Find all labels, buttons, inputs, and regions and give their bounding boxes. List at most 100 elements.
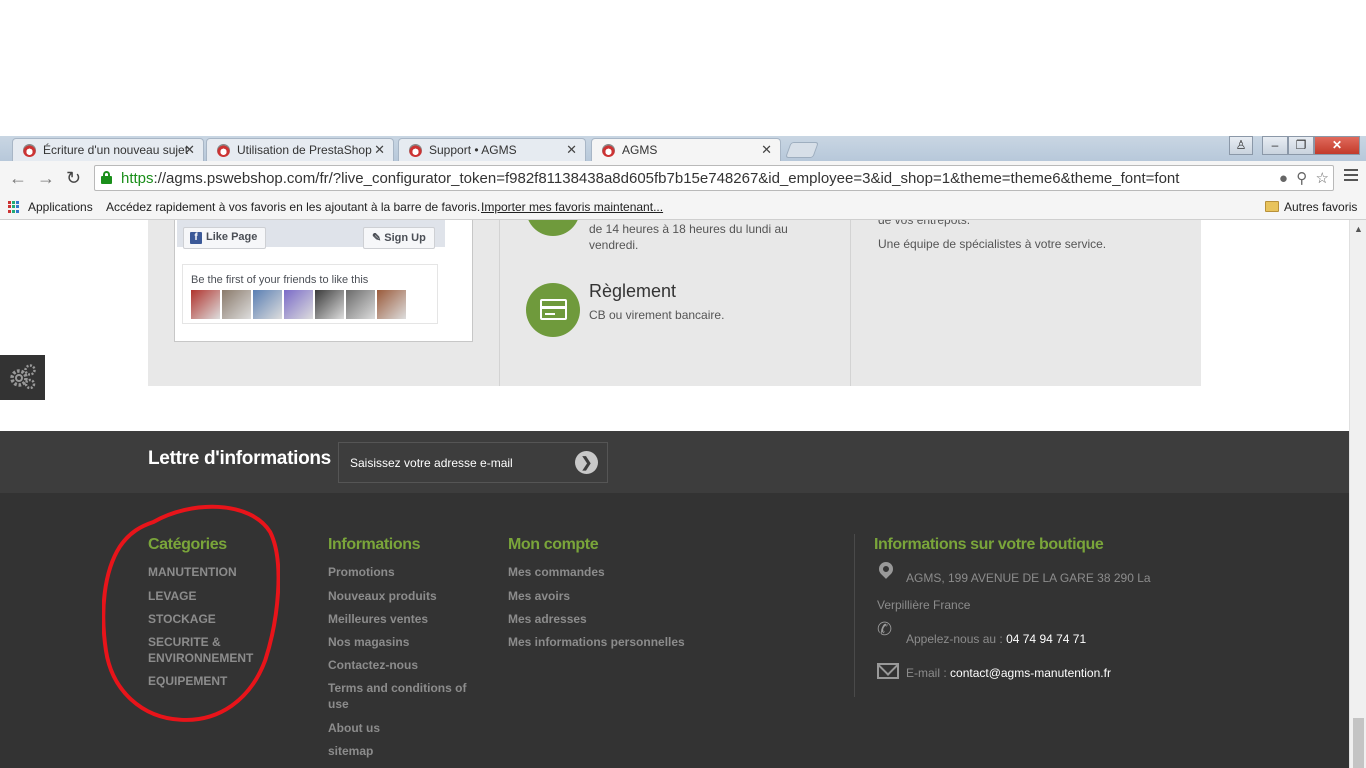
avatar[interactable] <box>191 290 220 319</box>
address-bar[interactable]: https://agms.pswebshop.com/fr/?live_conf… <box>94 165 1334 191</box>
footer-divider <box>854 534 855 697</box>
store-email: E-mail : contact@agms-manutention.fr <box>906 666 1111 680</box>
payment-title: Règlement <box>589 281 677 301</box>
toolbar: ← → ↻ https://agms.pswebshop.com/fr/?liv… <box>0 161 1366 195</box>
theme-configurator-button[interactable] <box>0 355 45 400</box>
store-address-line2: Verpillière France <box>877 598 971 612</box>
store-phone: Appelez-nous au : 04 74 94 74 71 <box>906 632 1087 646</box>
friends-text: Be the first of your friends to like thi… <box>191 274 369 286</box>
close-tab-icon[interactable]: ✕ <box>374 142 385 158</box>
tab-title: Support • AGMS <box>429 143 517 157</box>
avatar[interactable] <box>346 290 375 319</box>
lock-icon <box>101 171 112 184</box>
scrollbar-thumb[interactable] <box>1353 718 1364 768</box>
omnibox-icons: ● ⚲ ☆ <box>1279 169 1329 187</box>
pencil-icon: ✎ <box>372 232 385 244</box>
credit-card-icon <box>540 299 567 320</box>
informations-title: Informations <box>328 536 421 553</box>
facebook-signup-button[interactable]: ✎ Sign Up <box>363 227 435 249</box>
scroll-up-arrow-icon[interactable]: ▲ <box>1354 224 1363 234</box>
forward-icon[interactable]: → <box>37 168 55 189</box>
facebook-like-button[interactable]: f Like Page <box>183 227 267 249</box>
submit-arrow-icon[interactable]: ❯ <box>575 451 598 474</box>
account-link[interactable]: Mes informations personnelles <box>508 634 685 650</box>
apps-link[interactable]: Applications <box>28 200 93 214</box>
close-window-button[interactable]: ✕ <box>1314 136 1360 155</box>
minimize-button[interactable]: – <box>1262 136 1288 155</box>
favicon-icon <box>409 144 422 157</box>
avatar[interactable] <box>284 290 313 319</box>
import-bookmarks-link[interactable]: Importer mes favoris maintenant... <box>481 200 663 214</box>
favicon-icon <box>217 144 230 157</box>
account-title: Mon compte <box>508 536 599 553</box>
close-tab-icon[interactable]: ✕ <box>566 142 577 158</box>
account-link[interactable]: Mes commandes <box>508 564 605 580</box>
facebook-widget: f Like Page ✎ Sign Up Be the first of you… <box>174 220 473 342</box>
hours-text: de 14 heures à 18 heures du lundi au ven… <box>589 222 788 252</box>
divider <box>499 220 500 386</box>
mail-icon <box>877 663 899 679</box>
favicon-icon <box>602 144 615 157</box>
back-icon[interactable]: ← <box>9 168 27 189</box>
newsletter-title: Lettre d'informations <box>148 448 331 469</box>
friend-avatars <box>191 290 408 324</box>
star-icon[interactable]: ☆ <box>1311 170 1329 187</box>
maximize-button[interactable]: ❐ <box>1288 136 1314 155</box>
newsletter-email-input[interactable]: Saisissez votre adresse e-mail ❯ <box>338 442 608 483</box>
other-bookmarks[interactable]: Autres favoris <box>1265 200 1357 214</box>
bookmarks-bar: Applications Accédez rapidement à vos fa… <box>0 195 1366 220</box>
info-link[interactable]: use <box>328 696 349 712</box>
info-link[interactable]: Promotions <box>328 564 395 580</box>
store-address: AGMS, 199 AVENUE DE LA GARE 38 290 La <box>906 571 1151 585</box>
tab-bar: Écriture d'un nouveau sujet ✕ Utilisatio… <box>0 136 1366 161</box>
tab-ecriture[interactable]: Écriture d'un nouveau sujet ✕ <box>12 138 204 161</box>
info-link[interactable]: Meilleures ventes <box>328 611 428 627</box>
page-viewport: f Like Page ✎ Sign Up Be the first of you… <box>0 220 1349 768</box>
zoom-icon[interactable]: ⚲ <box>1292 170 1307 187</box>
gears-icon <box>10 364 36 390</box>
info-link[interactable]: Contactez-nous <box>328 657 418 673</box>
tab-support[interactable]: Support • AGMS ✕ <box>398 138 586 161</box>
folder-icon <box>1265 201 1279 212</box>
email-link[interactable]: contact@agms-manutention.fr <box>950 666 1111 680</box>
vertical-scrollbar[interactable]: ▲ <box>1349 220 1366 768</box>
avatar[interactable] <box>253 290 282 319</box>
apps-icon <box>8 201 20 213</box>
tab-agms[interactable]: AGMS ✕ <box>591 138 781 161</box>
info-link[interactable]: Terms and conditions of <box>328 680 466 696</box>
avatar[interactable] <box>222 290 251 319</box>
tab-title: AGMS <box>622 143 658 157</box>
extension-icon[interactable]: ● <box>1279 170 1288 187</box>
newsletter-section: Lettre d'informations Saisissez votre ad… <box>0 431 1349 493</box>
service-partial-text: de vos entrepots. <box>878 220 971 227</box>
user-icon[interactable]: ♙ <box>1229 136 1253 155</box>
avatar[interactable] <box>315 290 344 319</box>
info-link[interactable]: Nos magasins <box>328 634 409 650</box>
browser-chrome: Écriture d'un nouveau sujet ✕ Utilisatio… <box>0 136 1366 220</box>
account-link[interactable]: Mes avoirs <box>508 588 570 604</box>
info-link[interactable]: Nouveaux produits <box>328 588 437 604</box>
favicon-icon <box>23 144 36 157</box>
facebook-icon: f <box>190 232 202 244</box>
reload-icon[interactable]: ↻ <box>66 168 81 189</box>
url-text[interactable]: https://agms.pswebshop.com/fr/?live_conf… <box>121 170 1241 187</box>
avatar[interactable] <box>377 290 406 319</box>
divider <box>850 220 851 386</box>
tab-utilisation[interactable]: Utilisation de PrestaShop ✕ <box>206 138 394 161</box>
payment-text: CB ou virement bancaire. <box>589 308 725 322</box>
email-placeholder: Saisissez votre adresse e-mail <box>350 456 513 470</box>
payment-badge <box>526 283 580 337</box>
service-text: Une équipe de spécialistes à votre servi… <box>878 237 1107 251</box>
menu-icon[interactable] <box>1344 169 1358 184</box>
bookmarks-hint: Accédez rapidement à vos favoris en les … <box>106 200 481 214</box>
account-link[interactable]: Mes adresses <box>508 611 587 627</box>
new-tab-button[interactable] <box>785 142 819 158</box>
close-tab-icon[interactable]: ✕ <box>184 142 195 158</box>
tab-title: Utilisation de PrestaShop <box>237 143 372 157</box>
store-info-title: Informations sur votre boutique <box>874 536 1104 553</box>
red-annotation-circle <box>102 504 280 722</box>
facebook-friends: Be the first of your friends to like thi… <box>182 264 438 324</box>
close-tab-icon[interactable]: ✕ <box>761 142 772 158</box>
info-link[interactable]: About us <box>328 720 380 736</box>
info-link[interactable]: sitemap <box>328 743 373 759</box>
